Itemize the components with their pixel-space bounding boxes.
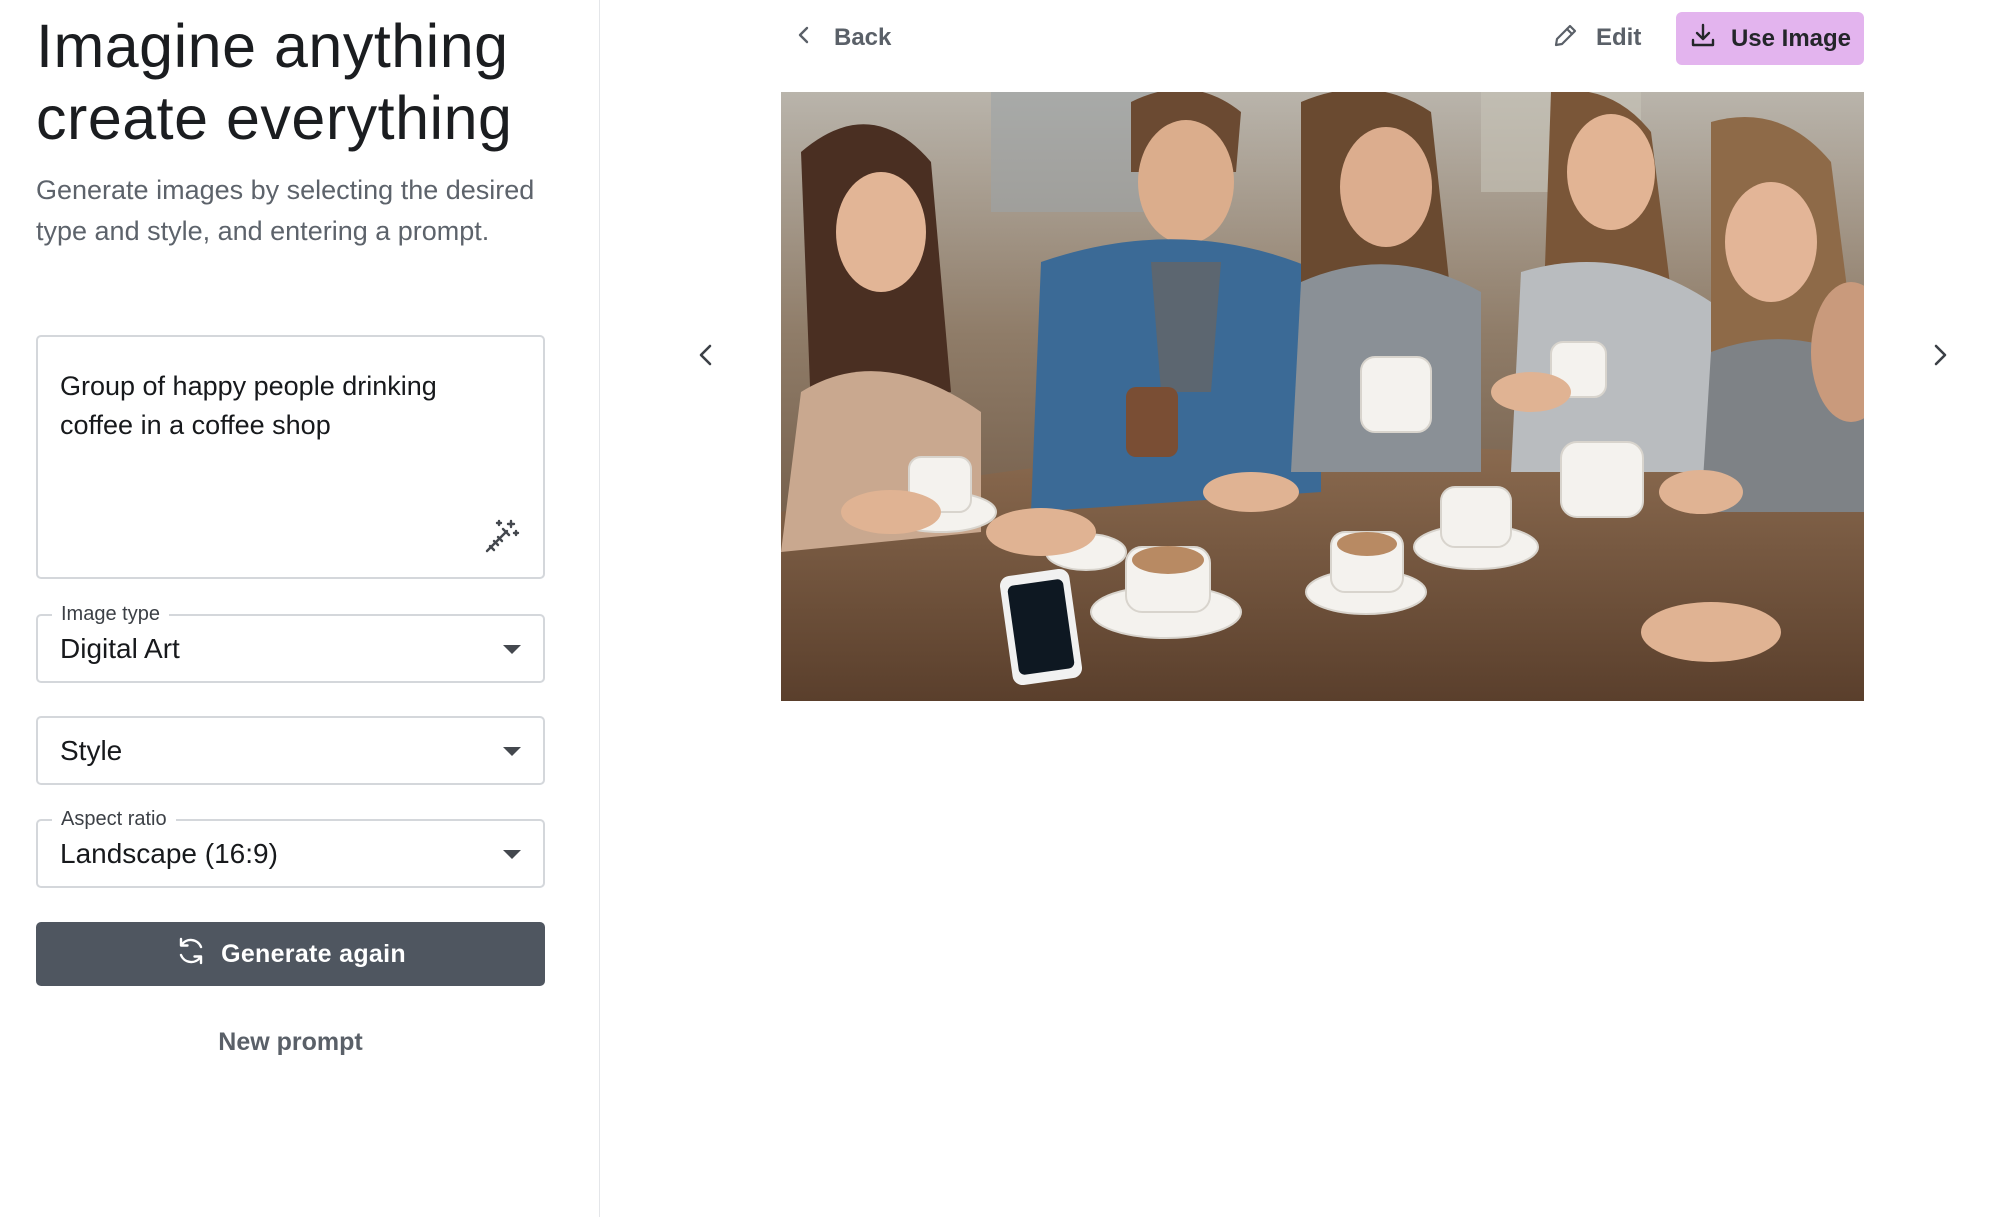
- generate-again-button[interactable]: Generate again: [36, 922, 545, 986]
- image-type-label: Image type: [52, 602, 169, 626]
- aspect-ratio-select[interactable]: Aspect ratio Landscape (16:9): [36, 807, 545, 888]
- image-type-value: Digital Art: [60, 633, 180, 664]
- style-select[interactable]: Style: [36, 716, 545, 785]
- use-image-button[interactable]: Use Image: [1676, 12, 1864, 65]
- chevron-down-icon: [503, 747, 521, 756]
- generated-image: [781, 92, 1864, 701]
- style-placeholder: Style: [60, 735, 123, 766]
- back-label: Back: [834, 24, 892, 51]
- page-subtitle: Generate images by selecting the desired…: [36, 175, 535, 246]
- chevron-down-icon: [503, 645, 521, 654]
- image-generator-app: Imagine anything create everything Gener…: [0, 0, 2000, 1217]
- refresh-icon: [175, 935, 207, 974]
- generated-image-illustration: [781, 92, 1864, 701]
- new-prompt-link[interactable]: New prompt: [36, 1028, 545, 1057]
- title-line-1: Imagine anything: [36, 12, 509, 80]
- use-image-label: Use Image: [1730, 24, 1852, 52]
- aspect-ratio-label: Aspect ratio: [52, 807, 176, 831]
- edit-button[interactable]: Edit: [1552, 20, 1641, 56]
- chevron-down-icon: [503, 850, 521, 859]
- prompt-text[interactable]: Group of happy people drinking coffee in…: [60, 367, 500, 445]
- chevron-left-icon: [691, 340, 721, 375]
- next-image-button[interactable]: [1920, 337, 1960, 377]
- download-icon: [1689, 21, 1717, 56]
- title-line-2: create everything: [36, 84, 513, 152]
- generate-again-label: Generate again: [221, 939, 406, 968]
- back-button[interactable]: Back: [790, 20, 891, 56]
- image-type-select[interactable]: Image type Digital Art: [36, 602, 545, 683]
- chevron-right-icon: [1925, 340, 1955, 375]
- edit-label: Edit: [1596, 24, 1642, 51]
- prompt-panel: Imagine anything create everything Gener…: [0, 0, 600, 1217]
- previous-image-button[interactable]: [686, 337, 726, 377]
- pencil-icon: [1552, 21, 1580, 56]
- prompt-textarea[interactable]: Group of happy people drinking coffee in…: [36, 335, 545, 579]
- chevron-left-icon: [790, 21, 818, 56]
- page-title: Imagine anything create everything: [36, 10, 576, 154]
- aspect-ratio-value: Landscape (16:9): [60, 838, 278, 869]
- magic-wand-icon[interactable]: [481, 517, 521, 557]
